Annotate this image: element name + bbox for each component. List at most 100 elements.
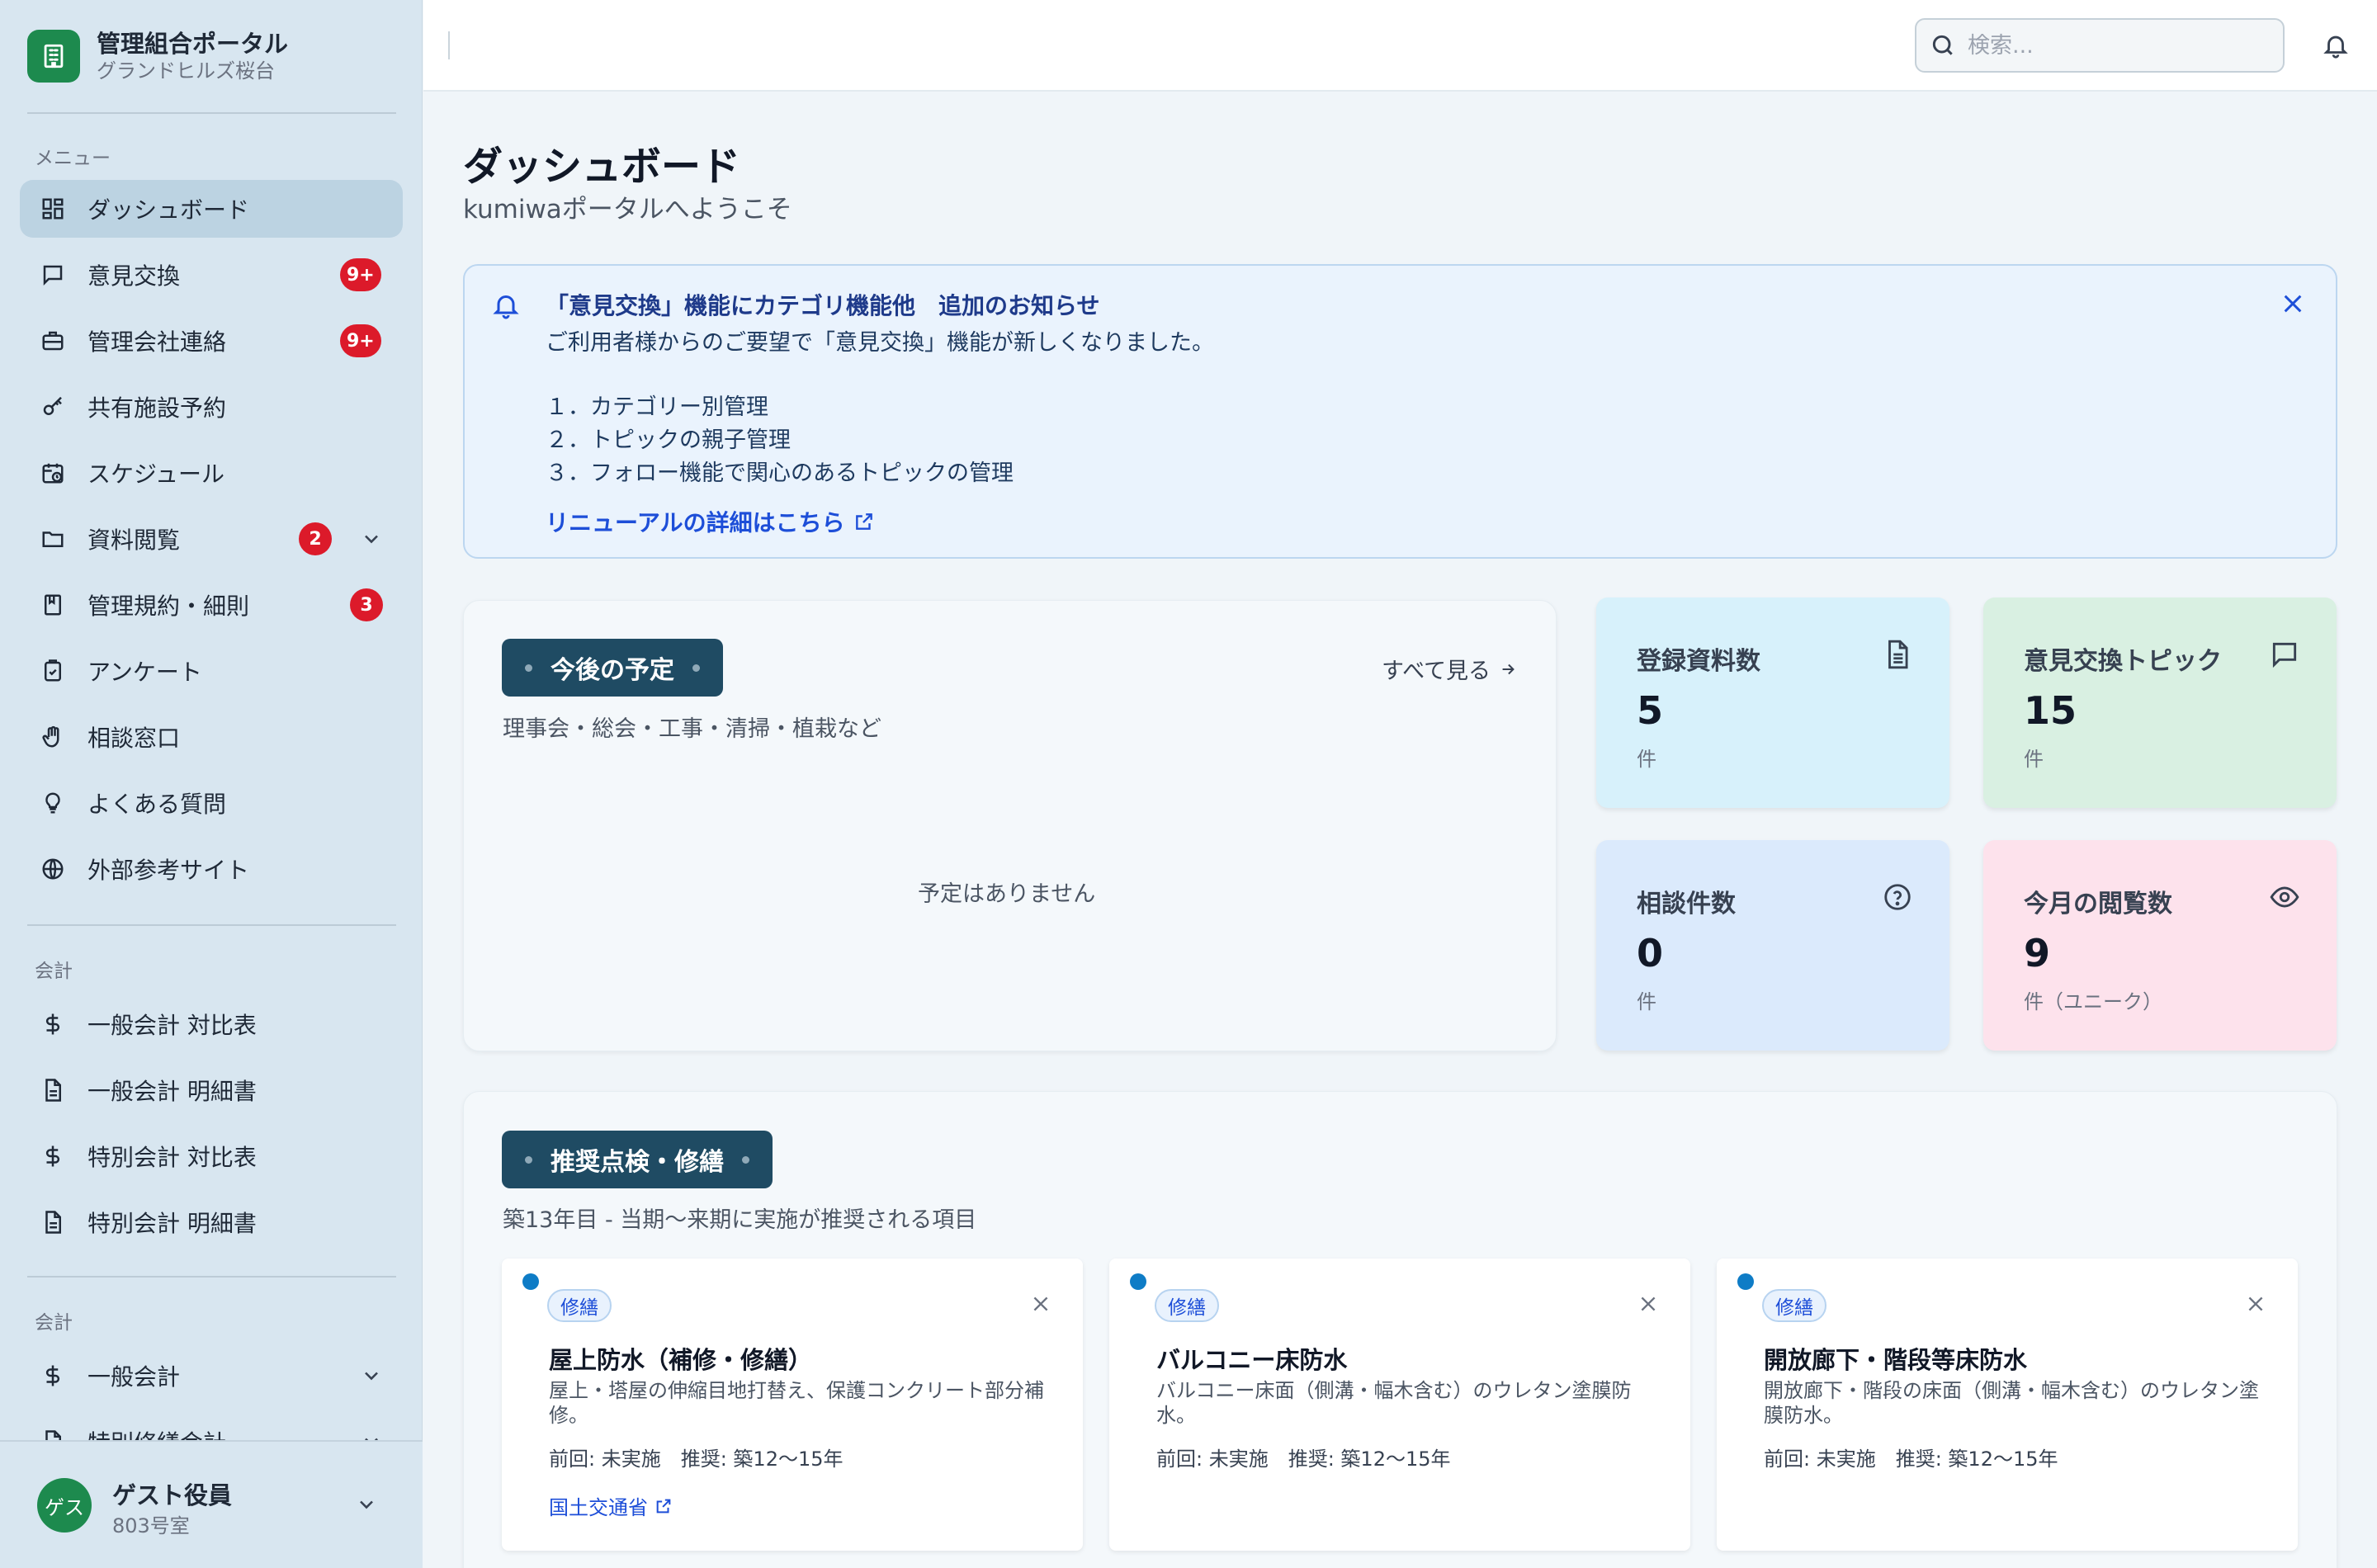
category-tag: 修繕 bbox=[1762, 1289, 1826, 1322]
sidebar-item-documents[interactable]: 資料閲覧 2 bbox=[20, 510, 403, 568]
sidebar-item-label: スケジュール bbox=[87, 460, 225, 488]
brand[interactable]: 管理組合ポータル グランドヒルズ桜台 bbox=[27, 29, 288, 83]
schedule-card: 今後の予定 すべて見る 理事会・総会・工事・清掃・植栽など 予定はありません bbox=[463, 600, 1557, 1051]
sidebar-item-label: 外部参考サイト bbox=[87, 857, 250, 884]
chevron-down-icon[interactable] bbox=[360, 1364, 383, 1387]
brand-subtitle: グランドヒルズ桜台 bbox=[97, 59, 275, 83]
sidebar-item-general-statement[interactable]: 一般会計 明細書 bbox=[20, 1061, 403, 1119]
sidebar-item-label: 特別会計 明細書 bbox=[87, 1210, 257, 1237]
sidebar-item-facility-booking[interactable]: 共有施設予約 bbox=[20, 378, 403, 436]
reference-link[interactable]: 国土交通省 bbox=[549, 1491, 673, 1520]
hand-icon bbox=[40, 724, 66, 750]
sidebar-item-label: ダッシュボード bbox=[87, 196, 250, 224]
sidebar-item-label: 意見交換 bbox=[87, 262, 181, 290]
sidebar-item-external-sites[interactable]: 外部参考サイト bbox=[20, 840, 403, 898]
bell-icon[interactable] bbox=[2322, 31, 2350, 59]
sidebar-item-label: 一般会計 明細書 bbox=[87, 1078, 257, 1105]
document-icon bbox=[40, 1077, 66, 1103]
dot-icon bbox=[692, 664, 700, 672]
item-title: 開放廊下・階段等床防水 bbox=[1764, 1346, 2028, 1374]
search-box[interactable] bbox=[1915, 18, 2285, 73]
chevron-down-icon[interactable] bbox=[355, 1493, 378, 1516]
stat-card-views[interactable]: 今月の閲覧数 9 件（ユニーク） bbox=[1983, 840, 2337, 1051]
sidebar-item-label: 一般会計 bbox=[87, 1363, 181, 1391]
maintenance-heading: 推奨点検・修繕 bbox=[502, 1131, 773, 1188]
stat-label: 意見交換トピック bbox=[2024, 647, 2222, 676]
item-title: バルコニー床防水 bbox=[1156, 1346, 1348, 1374]
stat-label: 今月の閲覧数 bbox=[2024, 890, 2172, 919]
stat-value: 5 bbox=[1637, 688, 1664, 733]
status-dot bbox=[1130, 1273, 1146, 1290]
close-icon[interactable] bbox=[2245, 1293, 2266, 1315]
dollar-icon bbox=[40, 1143, 66, 1169]
list-item: ２．トピックの親子管理 bbox=[546, 427, 791, 453]
building-icon bbox=[27, 30, 80, 83]
stat-unit: 件 bbox=[2024, 748, 2044, 771]
maintenance-item[interactable]: 修繕 開放廊下・階段等床防水 開放廊下・階段の床面（側溝・幅木含む）のウレタン塗… bbox=[1717, 1259, 2298, 1551]
dashboard-icon bbox=[40, 196, 66, 222]
item-title: 屋上防水（補修・修繕） bbox=[549, 1346, 813, 1374]
sidebar-item-faq[interactable]: よくある質問 bbox=[20, 774, 403, 832]
calendar-clock-icon bbox=[40, 460, 66, 486]
close-icon[interactable] bbox=[2280, 290, 2306, 317]
item-description: バルコニー床面（側溝・幅木含む）のウレタン塗膜防水。 bbox=[1156, 1379, 1632, 1427]
stat-card-topics[interactable]: 意見交換トピック 15 件 bbox=[1983, 597, 2337, 808]
status-dot bbox=[522, 1273, 539, 1290]
sidebar-item-survey[interactable]: アンケート bbox=[20, 642, 403, 700]
lightbulb-icon bbox=[40, 790, 66, 816]
maintenance-item[interactable]: 修繕 屋上防水（補修・修繕） 屋上・塔屋の伸縮目地打替え、保護コンクリート部分補… bbox=[502, 1259, 1083, 1551]
divider bbox=[27, 1276, 396, 1278]
stat-card-consultations[interactable]: 相談件数 0 件 bbox=[1596, 840, 1949, 1051]
sidebar-item-dashboard[interactable]: ダッシュボード bbox=[20, 180, 403, 238]
notification-badge: 9+ bbox=[340, 258, 381, 291]
maintenance-item[interactable]: 修繕 バルコニー床防水 バルコニー床面（側溝・幅木含む）のウレタン塗膜防水。 前… bbox=[1109, 1259, 1690, 1551]
search-input[interactable] bbox=[1968, 32, 2265, 59]
list-item: ３．フォロー機能で関心のあるトピックの管理 bbox=[546, 460, 1014, 486]
stat-unit: 件 bbox=[1637, 748, 1656, 771]
accounting2-section-label: 会計 bbox=[35, 1312, 73, 1334]
stat-label: 相談件数 bbox=[1637, 890, 1736, 919]
dollar-icon bbox=[40, 1363, 66, 1389]
chat-icon bbox=[2269, 639, 2300, 670]
stat-unit: 件（ユニーク） bbox=[2024, 990, 2162, 1013]
close-icon[interactable] bbox=[1637, 1293, 1659, 1315]
item-meta: 前回: 未実施 推奨: 築12〜15年 bbox=[549, 1448, 844, 1471]
topbar bbox=[423, 0, 2377, 92]
sidebar-item-general-comparison[interactable]: 一般会計 対比表 bbox=[20, 995, 403, 1053]
see-all-label: すべて見る bbox=[1382, 659, 1491, 684]
question-circle-icon bbox=[1882, 881, 1913, 913]
external-link-icon bbox=[655, 1497, 673, 1515]
category-tag: 修繕 bbox=[1155, 1289, 1219, 1322]
chevron-down-icon[interactable] bbox=[360, 527, 383, 550]
announcement-body: ご利用者様からのご要望で「意見交換」機能が新しくなりました。 bbox=[546, 330, 1214, 356]
sidebar-item-special-comparison[interactable]: 特別会計 対比表 bbox=[20, 1127, 403, 1185]
notification-badge: 9+ bbox=[340, 324, 381, 357]
sidebar-item-consultation[interactable]: 相談窓口 bbox=[20, 708, 403, 766]
document-icon bbox=[40, 1209, 66, 1235]
announcement-link[interactable]: リニューアルの詳細はこちら bbox=[546, 505, 875, 538]
sidebar-item-label: 特別会計 対比表 bbox=[87, 1144, 257, 1171]
dollar-icon bbox=[40, 1011, 66, 1037]
sidebar-item-label: よくある質問 bbox=[87, 791, 227, 818]
sidebar-item-management-contact[interactable]: 管理会社連絡 9+ bbox=[20, 312, 403, 370]
sidebar-item-discussion[interactable]: 意見交換 9+ bbox=[20, 246, 403, 304]
stat-card-documents[interactable]: 登録資料数 5 件 bbox=[1596, 597, 1949, 808]
brand-title: 管理組合ポータル bbox=[97, 30, 289, 58]
see-all-link[interactable]: すべて見る bbox=[1382, 653, 1517, 685]
arrow-right-icon bbox=[1499, 660, 1517, 678]
close-icon[interactable] bbox=[1030, 1293, 1051, 1315]
dot-icon bbox=[525, 1155, 532, 1164]
sidebar-item-general-account[interactable]: 一般会計 bbox=[20, 1347, 403, 1405]
item-meta: 前回: 未実施 推奨: 築12〜15年 bbox=[1764, 1448, 2058, 1471]
divider bbox=[27, 924, 396, 926]
user-room: 803号室 bbox=[112, 1514, 190, 1537]
clipboard-check-icon bbox=[40, 658, 66, 684]
user-menu[interactable]: ゲス ゲスト役員 803号室 bbox=[0, 1440, 423, 1568]
external-link-icon bbox=[853, 511, 875, 532]
announcement-list: １．カテゴリー別管理 ２．トピックの親子管理 ３．フォロー機能で関心のあるトピッ… bbox=[546, 391, 1014, 490]
sidebar-item-schedule[interactable]: スケジュール bbox=[20, 444, 403, 502]
book-icon bbox=[40, 592, 66, 618]
sidebar-item-bylaws[interactable]: 管理規約・細則 3 bbox=[20, 576, 403, 634]
sidebar-item-label: 資料閲覧 bbox=[87, 527, 181, 554]
sidebar-item-special-statement[interactable]: 特別会計 明細書 bbox=[20, 1193, 403, 1251]
